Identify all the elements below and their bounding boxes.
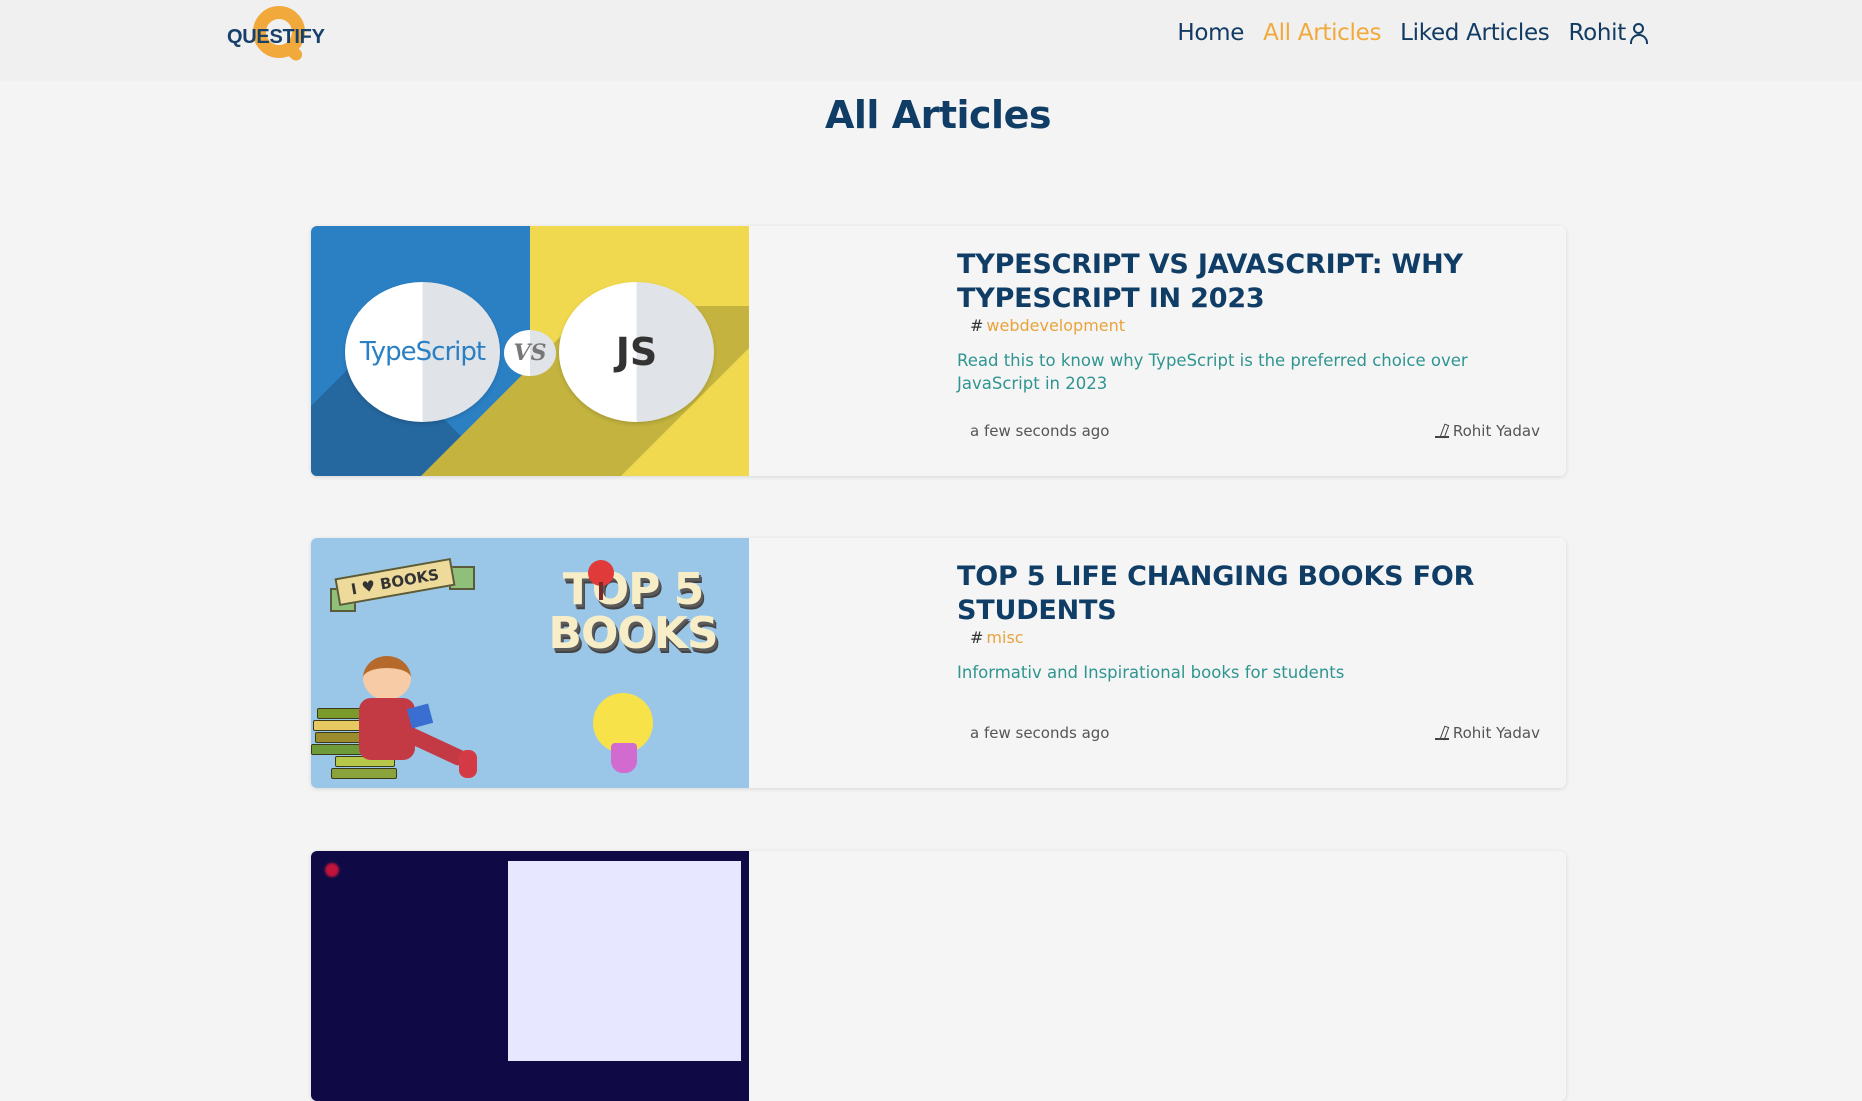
- hash-icon: #: [970, 628, 984, 647]
- navbar: QUESTIFY Home All Articles Liked Article…: [0, 0, 1862, 81]
- user-icon: [1628, 22, 1650, 44]
- tag-name: webdevelopment: [986, 316, 1126, 335]
- article-author[interactable]: Rohit Yadav: [1434, 724, 1540, 742]
- article-thumbnail[interactable]: [311, 851, 749, 1101]
- article-content: TYPESCRIPT VS JAVASCRIPT: WHY TYPESCRIPT…: [957, 248, 1547, 395]
- pen-writing-icon: [1434, 725, 1451, 741]
- article-card[interactable]: [311, 851, 1566, 1101]
- article-meta: a few seconds ago Rohit Yadav: [970, 422, 1540, 440]
- article-card[interactable]: I ♥ BOOKS TOP 5 BOOKS TOP 5 LIFE CHANGIN…: [311, 538, 1566, 788]
- main-nav: Home All Articles Liked Articles Rohit: [1177, 20, 1650, 46]
- logo-wordmark: QUESTIFY: [227, 26, 325, 48]
- article-tag[interactable]: # misc: [970, 628, 1547, 647]
- nav-all-articles[interactable]: All Articles: [1263, 20, 1381, 46]
- pen-writing-icon: [1434, 423, 1451, 439]
- article-time: a few seconds ago: [970, 724, 1110, 742]
- article-title[interactable]: TYPESCRIPT VS JAVASCRIPT: WHY TYPESCRIPT…: [957, 248, 1547, 316]
- vs-badge: VS: [504, 330, 556, 376]
- article-meta: a few seconds ago Rohit Yadav: [970, 724, 1540, 742]
- hash-icon: #: [970, 316, 984, 335]
- article-tag[interactable]: # webdevelopment: [970, 316, 1547, 335]
- article-content: TOP 5 LIFE CHANGING BOOKS FOR STUDENTS #…: [957, 560, 1547, 684]
- nav-liked-articles[interactable]: Liked Articles: [1400, 20, 1550, 46]
- article-description: Informativ and Inspirational books for s…: [957, 663, 1345, 682]
- article-title[interactable]: TOP 5 LIFE CHANGING BOOKS FOR STUDENTS: [957, 560, 1547, 628]
- article-author[interactable]: Rohit Yadav: [1434, 422, 1540, 440]
- nav-user-profile[interactable]: Rohit: [1568, 20, 1650, 46]
- nav-home[interactable]: Home: [1177, 20, 1244, 46]
- javascript-circle: JS: [559, 282, 714, 422]
- typescript-circle: TypeScript: [345, 282, 500, 422]
- typescript-label: TypeScript: [359, 337, 486, 367]
- article-thumbnail[interactable]: TypeScript JS VS: [311, 226, 749, 476]
- article-thumbnail[interactable]: I ♥ BOOKS TOP 5 BOOKS: [311, 538, 749, 788]
- questify-logo[interactable]: QUESTIFY: [225, 4, 329, 70]
- article-time: a few seconds ago: [970, 422, 1110, 440]
- article-card[interactable]: TypeScript JS VS TYPESCRIPT VS JAVASCRIP…: [311, 226, 1566, 476]
- tag-name: misc: [986, 628, 1024, 647]
- page-title: All Articles: [825, 93, 1051, 137]
- user-name: Rohit: [1568, 20, 1626, 46]
- author-name: Rohit Yadav: [1452, 724, 1540, 742]
- author-name: Rohit Yadav: [1452, 422, 1540, 440]
- article-description: Read this to know why TypeScript is the …: [957, 351, 1468, 393]
- girl-illustration: [363, 656, 411, 700]
- javascript-label: JS: [615, 330, 658, 374]
- top5-headline: TOP 5 BOOKS: [548, 564, 718, 659]
